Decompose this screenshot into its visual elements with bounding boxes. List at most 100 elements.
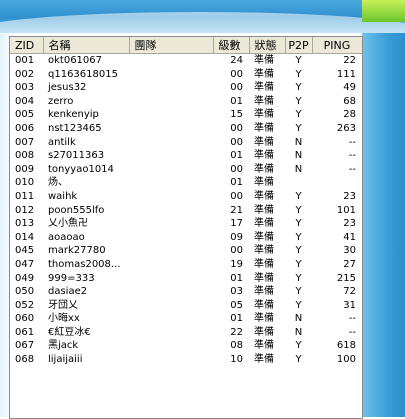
team-cell xyxy=(129,163,213,177)
table-row[interactable]: 049 999=333 01 準備 Y 215 xyxy=(10,272,362,286)
table-row[interactable]: 014 aoaoao 09 準備 Y 41 xyxy=(10,231,362,245)
level-cell: 00 xyxy=(230,136,243,148)
ping-cell: -- xyxy=(348,163,356,175)
zid-cell: 067 xyxy=(15,340,35,352)
zid-cell: 004 xyxy=(15,95,35,107)
status-cell: 準備 xyxy=(254,204,274,216)
table-row[interactable]: 047 thomas2008... 19 準備 Y 27 xyxy=(10,258,362,272)
banner-accent xyxy=(362,0,405,22)
table-row[interactable]: 052 牙団乂 05 準備 Y 31 xyxy=(10,299,362,313)
name-cell: q1163618015 xyxy=(48,68,118,80)
zid-cell: 012 xyxy=(15,204,35,216)
name-cell: 乂小魚卍 xyxy=(48,218,88,230)
ping-cell: 31 xyxy=(343,299,356,311)
name-cell: 炀、 xyxy=(48,177,68,189)
col-level-header[interactable]: 級數 xyxy=(213,37,250,54)
status-cell: 準備 xyxy=(254,340,274,352)
table-row[interactable]: 005 kenkenyip 15 準備 Y 28 xyxy=(10,108,362,122)
team-cell xyxy=(129,231,213,245)
zid-cell: 049 xyxy=(15,272,35,284)
table-row[interactable]: 008 s27011363 01 準備 N -- xyxy=(10,149,362,163)
name-cell: okt061067 xyxy=(48,55,103,66)
level-cell: 00 xyxy=(230,190,243,202)
table-row[interactable]: 061 €紅豆冰€ 22 準備 N -- xyxy=(10,326,362,340)
status-cell: 準備 xyxy=(254,326,274,338)
team-cell xyxy=(129,258,213,272)
team-cell xyxy=(129,190,213,204)
table-row[interactable]: 012 poon555lfo 21 準備 Y 101 xyxy=(10,204,362,218)
ping-cell: 263 xyxy=(336,122,356,134)
table-row[interactable]: 045 mark27780 00 準備 Y 30 xyxy=(10,244,362,258)
player-list: ZID 名稱 團隊 級數 狀態 P2P PING 001 okt061067 24 準備 Y 22 00… xyxy=(9,36,363,419)
name-cell: nst123465 xyxy=(48,122,102,134)
status-cell: 準備 xyxy=(254,258,274,270)
table-row[interactable]: 007 antilk 00 準備 N -- xyxy=(10,136,362,150)
p2p-cell: Y xyxy=(295,218,302,230)
ping-cell: 111 xyxy=(336,68,356,80)
ping-cell: 215 xyxy=(336,272,356,284)
table-row[interactable]: 002 q1163618015 00 準備 Y 111 xyxy=(10,68,362,82)
banner-swoosh xyxy=(0,12,405,33)
table-row[interactable]: 001 okt061067 24 準備 Y 22 xyxy=(10,54,362,68)
status-cell: 準備 xyxy=(254,55,274,66)
ping-cell: -- xyxy=(348,313,356,325)
col-status-header[interactable]: 狀態 xyxy=(249,37,286,54)
team-cell xyxy=(129,312,213,326)
zid-cell: 014 xyxy=(15,231,35,243)
p2p-cell: N xyxy=(294,313,303,325)
table-row[interactable]: 004 zerro 01 準備 Y 68 xyxy=(10,95,362,109)
level-cell: 21 xyxy=(230,204,243,216)
table-row[interactable]: 060 小晦xx 01 準備 N -- xyxy=(10,312,362,326)
name-cell: thomas2008... xyxy=(48,258,121,270)
team-cell xyxy=(129,217,213,231)
name-cell: antilk xyxy=(48,136,76,148)
table-row[interactable]: 013 乂小魚卍 17 準備 Y 23 xyxy=(10,217,362,231)
name-cell: tonyyao1014 xyxy=(48,163,114,175)
team-cell xyxy=(129,326,213,340)
col-name-header[interactable]: 名稱 xyxy=(43,37,130,54)
team-cell xyxy=(129,68,213,82)
name-cell: lijaijaiii xyxy=(48,354,83,366)
level-cell: 00 xyxy=(230,163,243,175)
col-team-header[interactable]: 團隊 xyxy=(129,37,214,54)
p2p-cell: Y xyxy=(295,231,302,243)
table-header: ZID 名稱 團隊 級數 狀態 P2P PING xyxy=(10,37,362,54)
level-cell: 05 xyxy=(230,299,243,311)
zid-cell: 050 xyxy=(15,286,35,298)
table-row[interactable]: 003 jesus32 00 準備 Y 49 xyxy=(10,81,362,95)
table-row[interactable]: 010 炀、 01 準備 xyxy=(10,176,362,190)
p2p-cell: Y xyxy=(295,109,302,121)
left-shade xyxy=(0,33,9,417)
zid-cell: 003 xyxy=(15,82,35,94)
p2p-cell: Y xyxy=(295,204,302,216)
p2p-cell: Y xyxy=(295,82,302,94)
ping-cell: 618 xyxy=(336,340,356,352)
ping-cell: 68 xyxy=(343,95,356,107)
table-row[interactable]: 006 nst123465 00 準備 Y 263 xyxy=(10,122,362,136)
ping-cell: -- xyxy=(348,136,356,148)
table-row[interactable]: 067 黑jack 08 準備 Y 618 xyxy=(10,339,362,353)
p2p-cell: N xyxy=(294,136,303,148)
zid-cell: 061 xyxy=(15,326,35,338)
status-cell: 準備 xyxy=(254,218,274,230)
col-ping-header[interactable]: PING xyxy=(312,37,362,54)
zid-cell: 002 xyxy=(15,68,35,80)
ping-cell: 22 xyxy=(343,55,356,66)
table-row[interactable]: 009 tonyyao1014 00 準備 N -- xyxy=(10,163,362,177)
table-row[interactable]: 050 dasiae2 03 準備 Y 72 xyxy=(10,285,362,299)
name-cell: jesus32 xyxy=(48,82,87,94)
ping-cell: -- xyxy=(348,326,356,338)
ping-cell: 27 xyxy=(343,258,356,270)
table-row[interactable]: 068 lijaijaiii 10 準備 Y 100 xyxy=(10,353,362,367)
ping-cell: 72 xyxy=(343,286,356,298)
ping-cell: 28 xyxy=(343,109,356,121)
name-cell: aoaoao xyxy=(48,231,85,243)
zid-cell: 005 xyxy=(15,109,35,121)
p2p-cell: Y xyxy=(295,340,302,352)
col-zid-header[interactable]: ZID xyxy=(10,37,44,54)
col-p2p-header[interactable]: P2P xyxy=(285,37,313,54)
zid-cell: 045 xyxy=(15,245,35,257)
name-cell: 牙団乂 xyxy=(48,299,78,311)
table-row[interactable]: 011 waihk 00 準備 Y 23 xyxy=(10,190,362,204)
name-cell: s27011363 xyxy=(48,150,105,162)
